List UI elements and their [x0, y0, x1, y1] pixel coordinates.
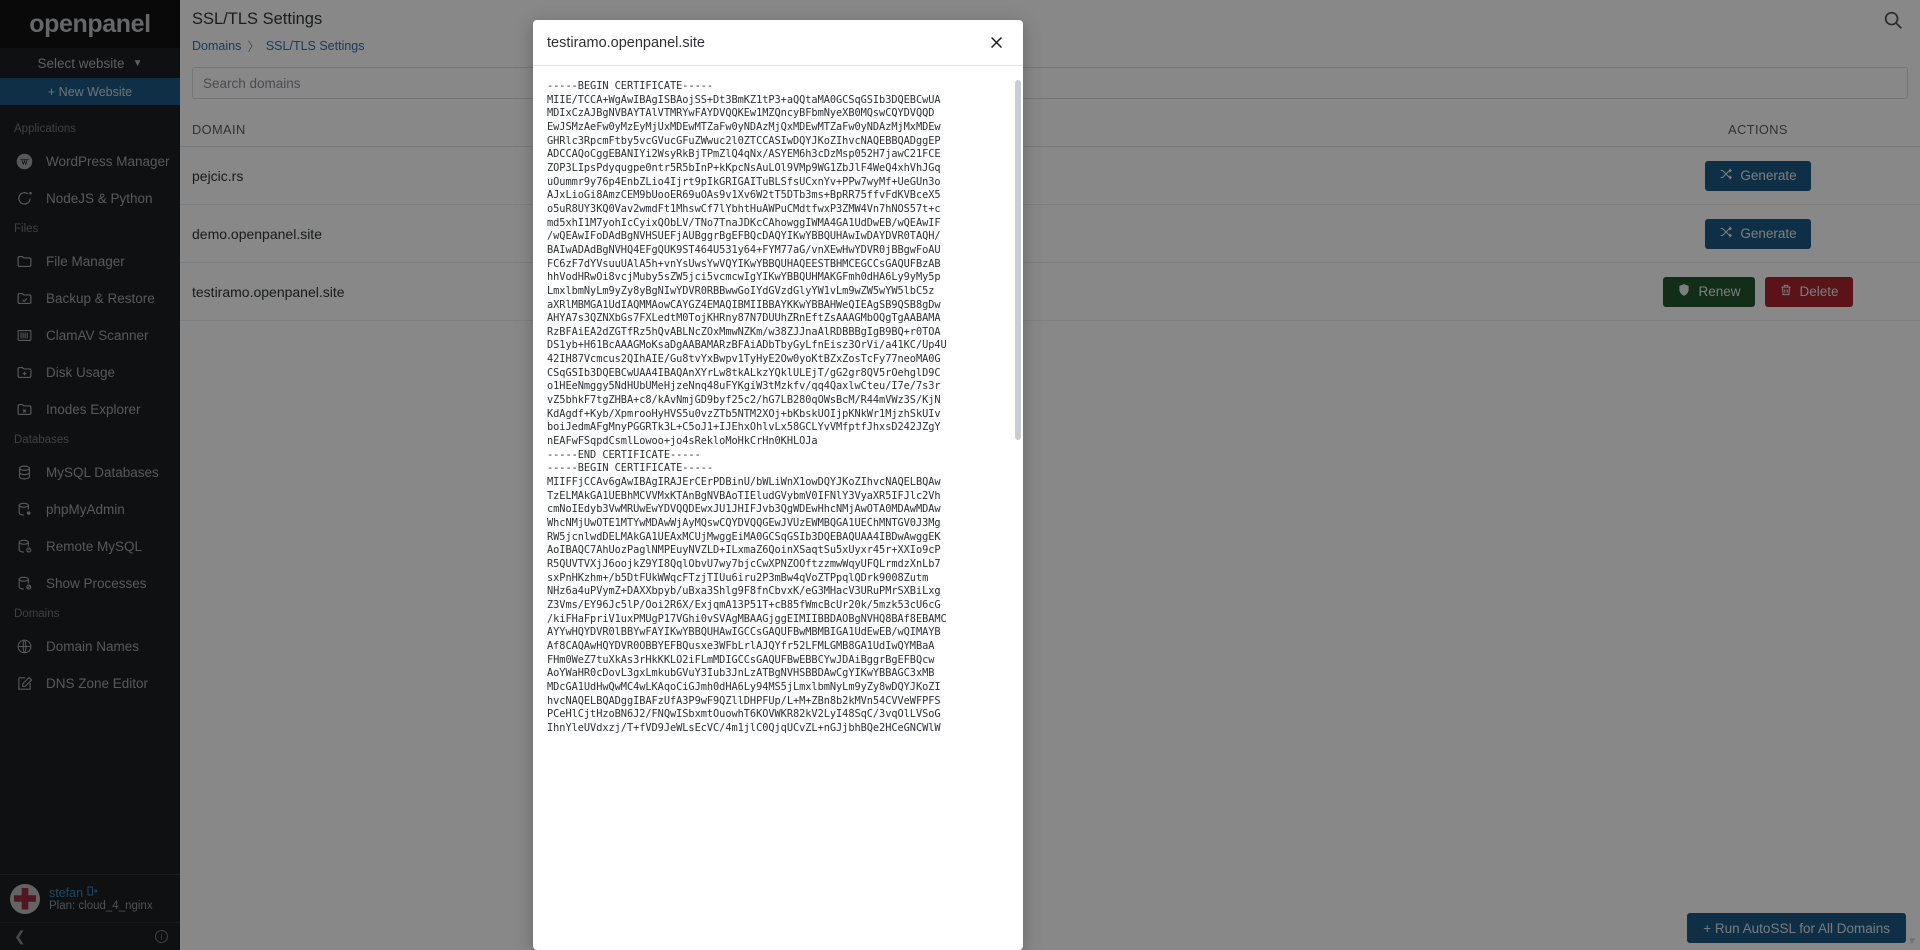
scroll-down-arrow-icon[interactable]: ▼	[1907, 936, 1917, 947]
modal-header: testiramo.openpanel.site	[533, 20, 1023, 66]
close-icon[interactable]	[983, 30, 1009, 56]
certificate-text: -----BEGIN CERTIFICATE----- MIIE/TCCA+Wg…	[547, 80, 947, 734]
modal-title: testiramo.openpanel.site	[547, 34, 705, 51]
modal-scrollbar[interactable]	[1015, 80, 1021, 440]
modal-body[interactable]: -----BEGIN CERTIFICATE----- MIIE/TCCA+Wg…	[533, 66, 1023, 950]
certificate-modal: testiramo.openpanel.site -----BEGIN CERT…	[533, 20, 1023, 950]
